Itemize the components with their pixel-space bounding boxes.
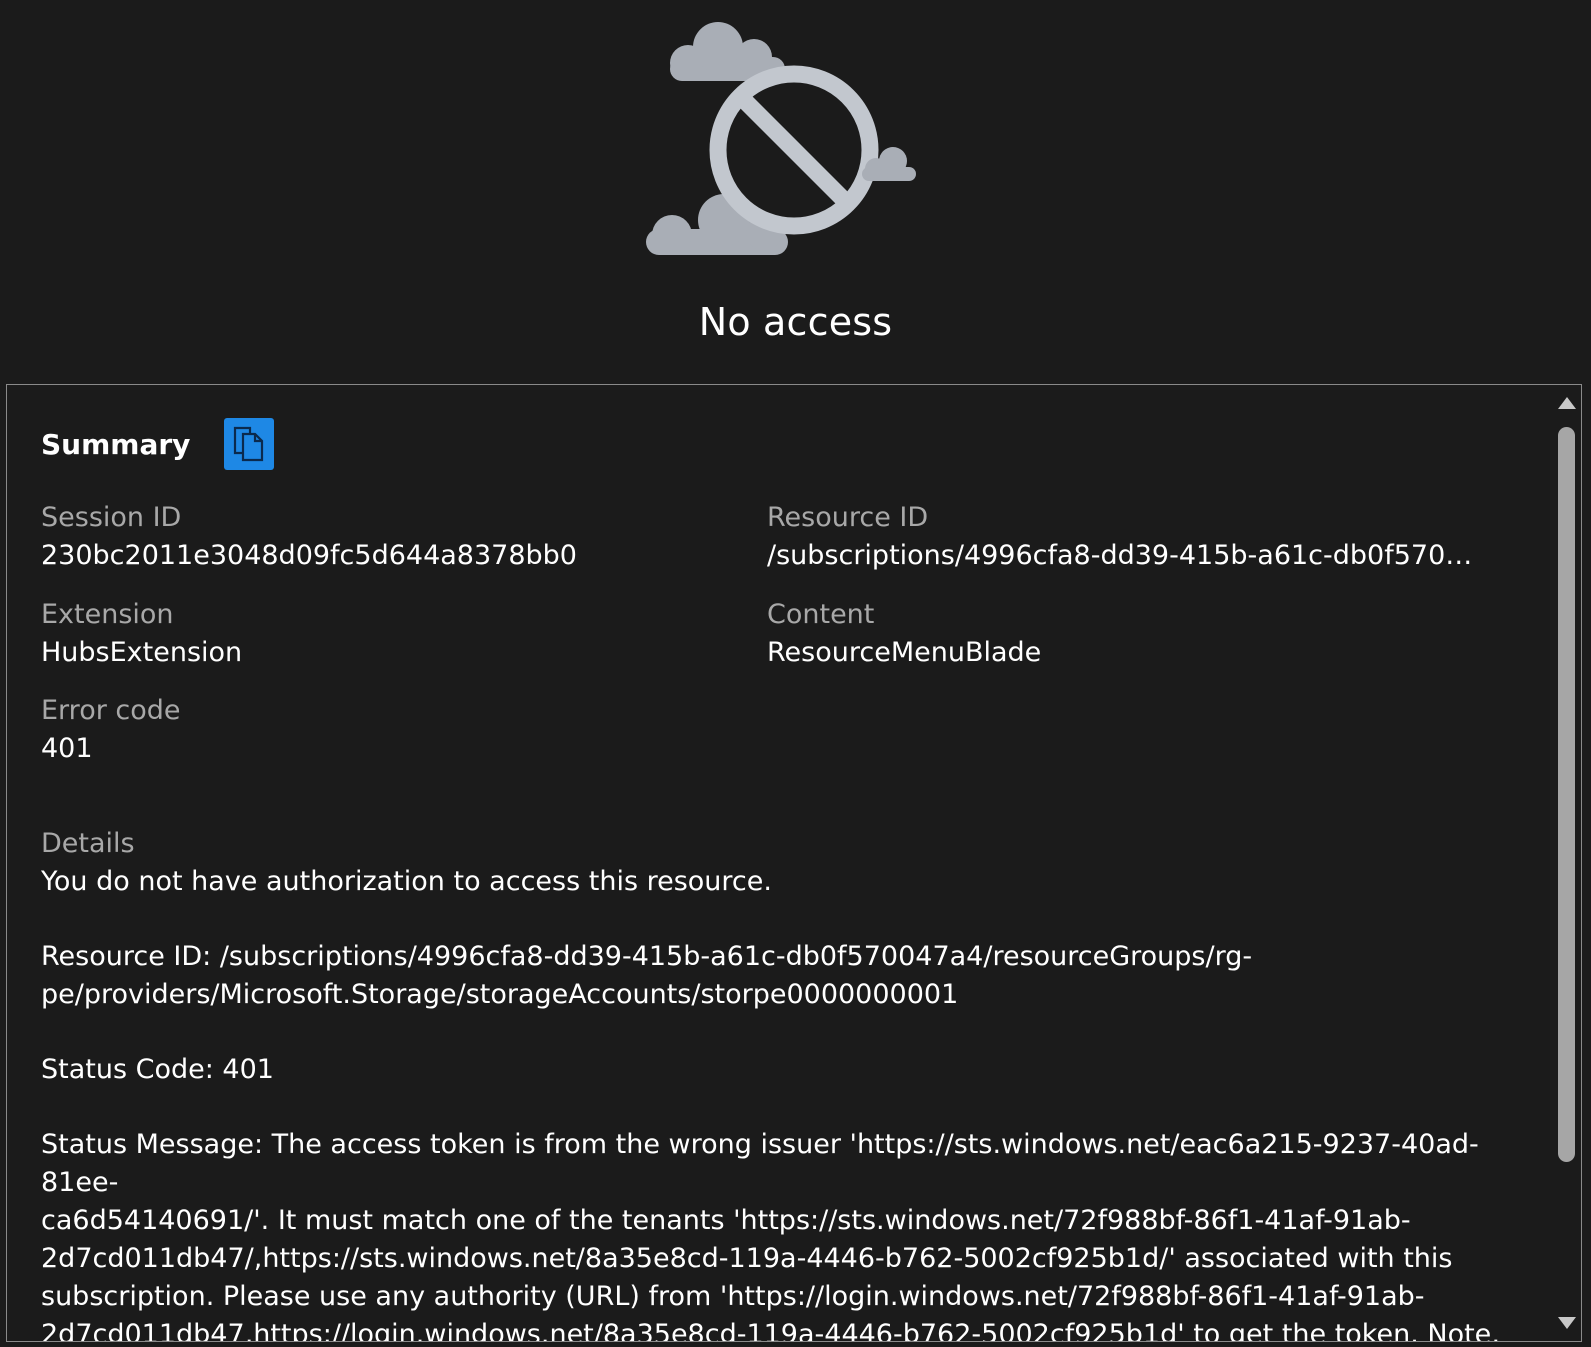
content-value: ResourceMenuBlade xyxy=(767,637,1042,668)
no-access-cloud-icon xyxy=(646,22,916,255)
error-code-value: 401 xyxy=(41,733,93,764)
summary-header: Summary xyxy=(41,417,275,471)
resource-id-label: Resource ID xyxy=(767,502,929,533)
scroll-down-arrow-icon[interactable] xyxy=(1558,1317,1576,1329)
error-details-panel: Summary Session ID 230bc2011e3048d09fc5d… xyxy=(6,384,1582,1342)
content-field: Content ResourceMenuBlade xyxy=(767,596,1487,672)
extension-label: Extension xyxy=(41,599,174,630)
hero-section: No access xyxy=(0,0,1591,380)
details-resource-id: Resource ID: /subscriptions/4996cfa8-dd3… xyxy=(41,941,1253,1010)
vertical-scrollbar[interactable] xyxy=(1551,385,1581,1341)
error-code-label: Error code xyxy=(41,695,181,726)
scroll-up-arrow-icon[interactable] xyxy=(1558,397,1576,409)
extension-field: Extension HubsExtension xyxy=(41,596,761,672)
details-label: Details xyxy=(41,828,135,859)
details-section: Details You do not have authorization to… xyxy=(41,825,1521,1342)
page-title: No access xyxy=(698,300,893,344)
session-id-label: Session ID xyxy=(41,502,182,533)
extension-value: HubsExtension xyxy=(41,637,243,668)
resource-id-field: Resource ID /subscriptions/4996cfa8-dd39… xyxy=(767,499,1487,575)
error-code-field: Error code 401 xyxy=(41,692,761,768)
scroll-thumb[interactable] xyxy=(1558,427,1575,1162)
resource-id-value: /subscriptions/4996cfa8-dd39-415b-a61c-d… xyxy=(767,540,1487,571)
content-label: Content xyxy=(767,599,875,630)
details-message: You do not have authorization to access … xyxy=(41,866,772,897)
copy-icon xyxy=(234,426,264,462)
copy-button[interactable] xyxy=(224,418,275,470)
details-status-code: Status Code: 401 xyxy=(41,1054,274,1085)
details-status-message: Status Message: The access token is from… xyxy=(41,1129,1500,1342)
session-id-field: Session ID 230bc2011e3048d09fc5d644a8378… xyxy=(41,499,761,575)
summary-title: Summary xyxy=(41,427,191,461)
session-id-value: 230bc2011e3048d09fc5d644a8378bb0 xyxy=(41,540,577,571)
